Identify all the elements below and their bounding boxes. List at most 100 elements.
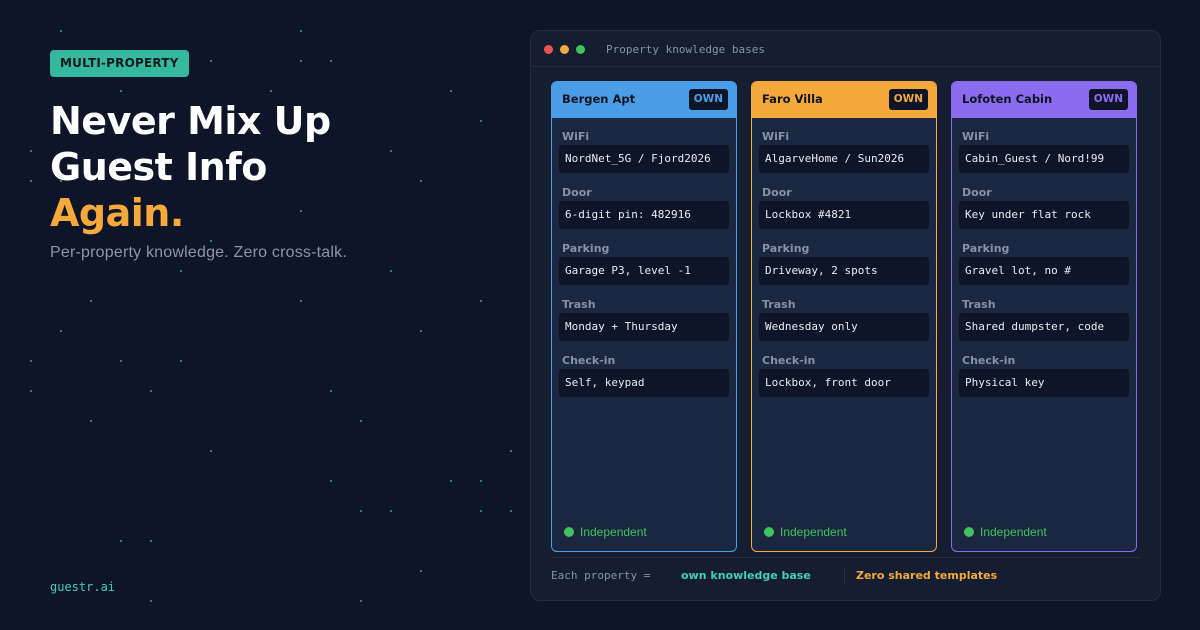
- independent-status: Independent: [764, 525, 847, 539]
- star-dot: [180, 270, 182, 272]
- field-value[interactable]: Wednesday only: [759, 313, 929, 341]
- star-dot: [90, 420, 92, 422]
- star-dot: [30, 360, 32, 362]
- star-dot: [150, 540, 152, 542]
- status-label: Independent: [780, 525, 847, 539]
- footer-zero-shared: Zero shared templates: [856, 569, 998, 582]
- field-label: WiFi: [962, 130, 990, 143]
- status-label: Independent: [580, 525, 647, 539]
- site-link[interactable]: guestr.ai: [50, 580, 115, 594]
- status-dot-icon: [564, 527, 574, 537]
- independent-status: Independent: [964, 525, 1047, 539]
- star-dot: [270, 90, 272, 92]
- star-dot: [150, 600, 152, 602]
- field-label: Parking: [962, 242, 1010, 255]
- field-value[interactable]: NordNet_5G / Fjord2026: [559, 145, 729, 173]
- field-label: Parking: [762, 242, 810, 255]
- star-dot: [150, 390, 152, 392]
- window-title: Property knowledge bases: [606, 43, 765, 56]
- property-card[interactable]: Lofoten Cabin OWN WiFi Cabin_Guest / Nord!9…: [951, 81, 1137, 552]
- field-label: Parking: [562, 242, 610, 255]
- field-value[interactable]: AlgarveHome / Sun2026: [759, 145, 929, 173]
- star-dot: [300, 300, 302, 302]
- field-label: Door: [562, 186, 592, 199]
- field-label: Check-in: [962, 354, 1016, 367]
- star-dot: [90, 300, 92, 302]
- own-tag: OWN: [1088, 89, 1128, 110]
- star-dot: [60, 330, 62, 332]
- star-dot: [210, 450, 212, 452]
- independent-status: Independent: [564, 525, 647, 539]
- field-value[interactable]: Lockbox #4821: [759, 201, 929, 229]
- field-label: Door: [762, 186, 792, 199]
- star-dot: [360, 420, 362, 422]
- star-dot: [480, 480, 482, 482]
- subheadline: Per-property knowledge. Zero cross-talk.: [50, 244, 347, 261]
- property-name: Faro Villa: [762, 92, 823, 106]
- star-dot: [390, 270, 392, 272]
- star-dot: [120, 360, 122, 362]
- knowledge-base-window: Property knowledge bases Bergen Apt OWN Wi…: [530, 30, 1161, 601]
- star-dot: [480, 120, 482, 122]
- footer-label: Each property =: [551, 569, 651, 582]
- field-label: Trash: [562, 298, 596, 311]
- status-dot-icon: [964, 527, 974, 537]
- star-dot: [210, 60, 212, 62]
- headline: Never Mix Up Guest Info Again.: [50, 98, 331, 236]
- property-card[interactable]: Bergen Apt OWN WiFi NordNet_5G / Fjord2026 D…: [551, 81, 737, 552]
- star-dot: [30, 150, 32, 152]
- field-value[interactable]: Gravel lot, no #: [959, 257, 1129, 285]
- star-dot: [300, 60, 302, 62]
- headline-accent: Again.: [50, 191, 184, 235]
- field-label: Trash: [962, 298, 996, 311]
- property-name: Lofoten Cabin: [962, 92, 1053, 106]
- status-label: Independent: [980, 525, 1047, 539]
- headline-line-1: Never Mix Up: [50, 99, 331, 143]
- star-dot: [330, 480, 332, 482]
- star-dot: [420, 180, 422, 182]
- field-label: Trash: [762, 298, 796, 311]
- field-value[interactable]: Physical key: [959, 369, 1129, 397]
- star-dot: [210, 240, 212, 242]
- star-dot: [60, 30, 62, 32]
- field-value[interactable]: Garage P3, level -1: [559, 257, 729, 285]
- property-name: Bergen Apt: [562, 92, 636, 106]
- star-dot: [360, 510, 362, 512]
- footer-own-kb: own knowledge base: [681, 569, 811, 582]
- star-dot: [420, 330, 422, 332]
- field-value[interactable]: Monday + Thursday: [559, 313, 729, 341]
- star-dot: [390, 510, 392, 512]
- maximize-icon[interactable]: [576, 45, 585, 54]
- close-icon[interactable]: [544, 45, 553, 54]
- field-label: WiFi: [562, 130, 590, 143]
- minimize-icon[interactable]: [560, 45, 569, 54]
- field-value[interactable]: Shared dumpster, code: [959, 313, 1129, 341]
- status-dot-icon: [764, 527, 774, 537]
- field-value[interactable]: Key under flat rock: [959, 201, 1129, 229]
- field-label: Check-in: [762, 354, 816, 367]
- star-dot: [480, 300, 482, 302]
- own-tag: OWN: [888, 89, 928, 110]
- own-tag: OWN: [688, 89, 728, 110]
- property-card[interactable]: Faro Villa OWN WiFi AlgarveHome / Sun2026 Do…: [751, 81, 937, 552]
- footer-separator: [844, 569, 845, 583]
- star-dot: [30, 390, 32, 392]
- star-dot: [450, 90, 452, 92]
- star-dot: [180, 360, 182, 362]
- star-dot: [120, 540, 122, 542]
- field-value[interactable]: Driveway, 2 spots: [759, 257, 929, 285]
- headline-line-2: Guest Info: [50, 145, 267, 189]
- star-dot: [300, 30, 302, 32]
- field-label: WiFi: [762, 130, 790, 143]
- field-value[interactable]: 6-digit pin: 482916: [559, 201, 729, 229]
- field-value[interactable]: Self, keypad: [559, 369, 729, 397]
- property-card-header: Bergen Apt OWN: [552, 82, 736, 118]
- star-dot: [120, 90, 122, 92]
- field-value[interactable]: Cabin_Guest / Nord!99: [959, 145, 1129, 173]
- field-label: Door: [962, 186, 992, 199]
- star-dot: [330, 390, 332, 392]
- star-dot: [510, 510, 512, 512]
- star-dot: [30, 180, 32, 182]
- field-value[interactable]: Lockbox, front door: [759, 369, 929, 397]
- star-dot: [390, 150, 392, 152]
